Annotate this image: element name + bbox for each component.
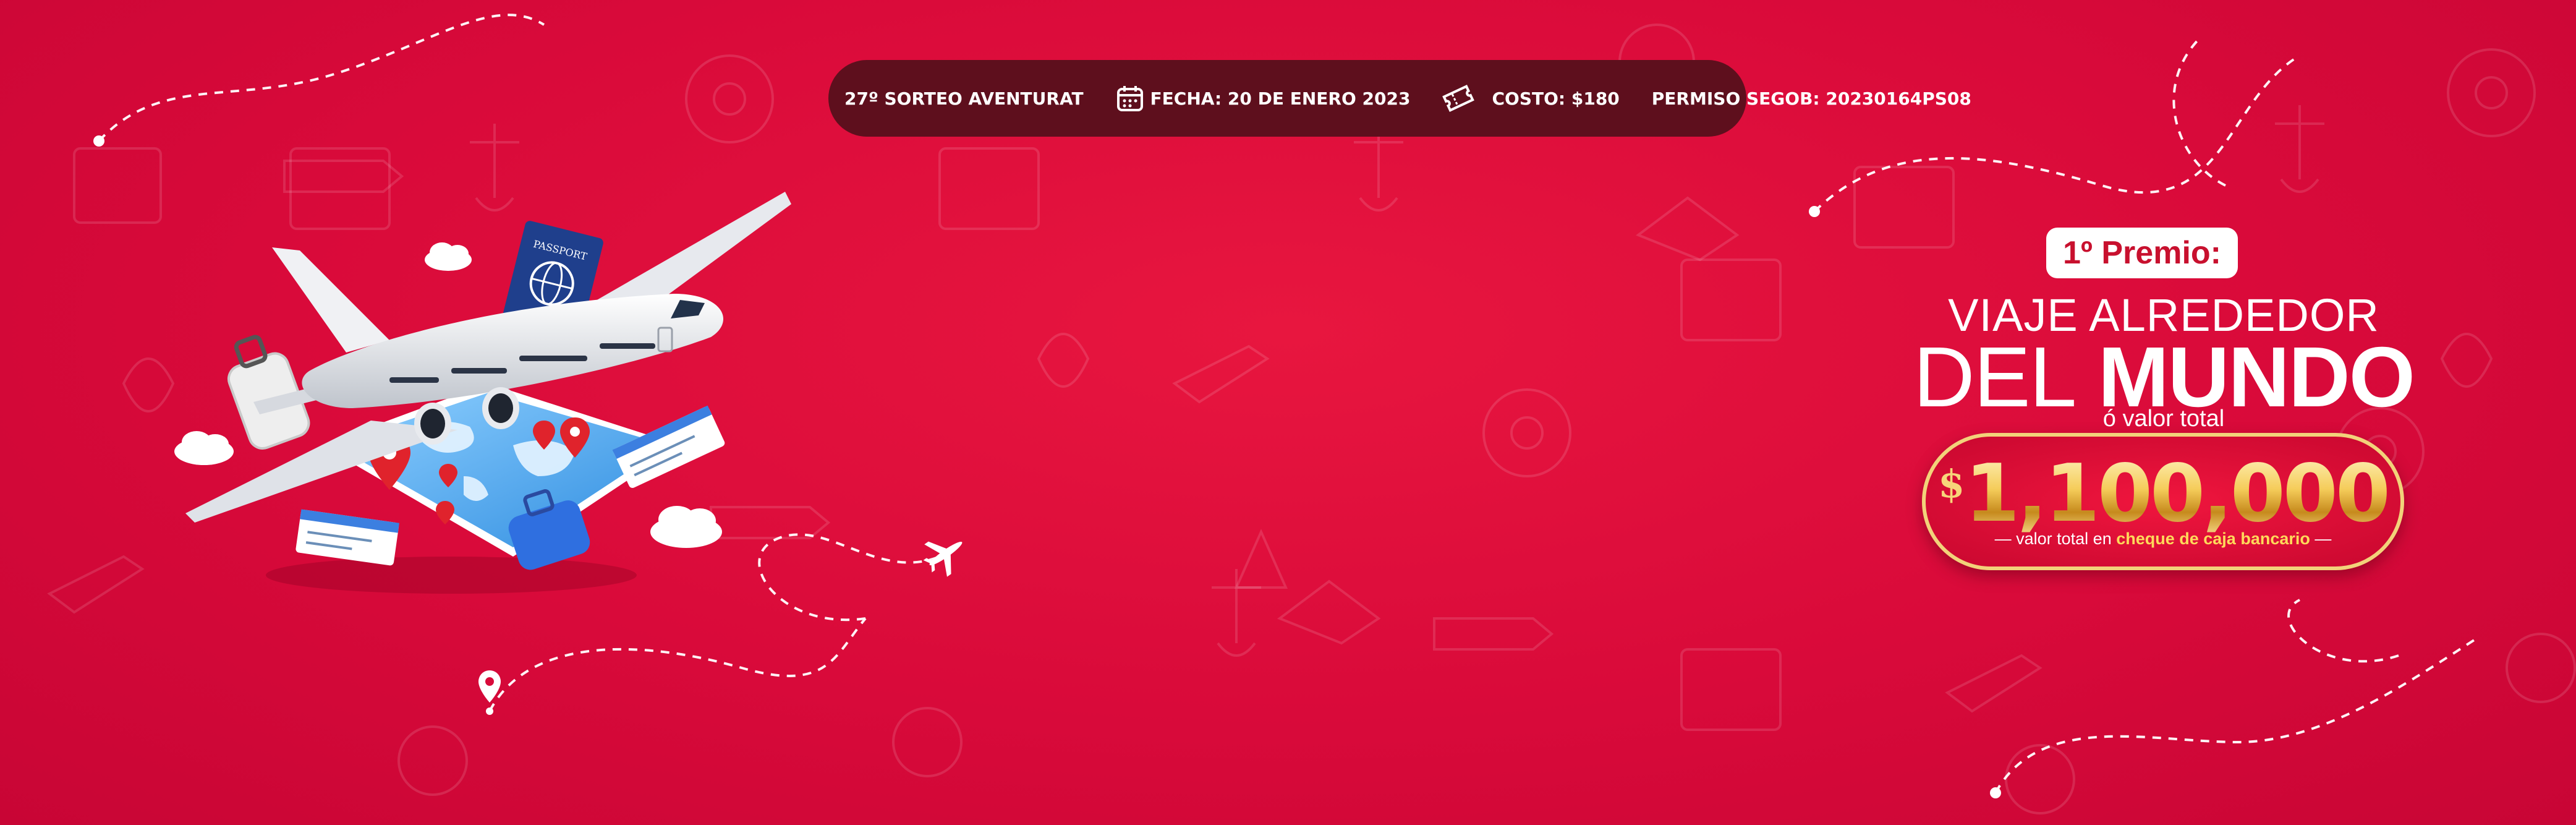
prize-amount: $1,100,000 [1926, 448, 2400, 540]
currency-symbol: $ [1938, 461, 1965, 507]
prize-rank-badge: 1º Premio: [2046, 228, 2238, 278]
travel-illustration: PASSPORT [174, 192, 791, 594]
cost-label: COSTO: $180 [1492, 88, 1620, 109]
shadow [266, 557, 637, 594]
cost-item: COSTO: $180 [1426, 60, 1635, 137]
amount-note-highlight: cheque de caja bancario [2116, 529, 2310, 548]
ticket-icon [1442, 85, 1475, 112]
amount-note-prefix: valor total en [2016, 529, 2112, 548]
map-pin-icon [478, 670, 501, 715]
amount-value: 1,100,000 [1965, 448, 2391, 540]
raffle-info-bar: 27º SORTEO AVENTURAT FECHA: 20 DE ENERO … [828, 60, 1971, 137]
calendar-icon [1116, 86, 1143, 111]
amount-note: — valor total en cheque de caja bancario… [1994, 529, 2332, 548]
first-prize-panel: 1º Premio: VIAJE ALREDEDOR DEL MUNDO ó v… [1892, 223, 2436, 570]
permit-label: PERMISO SEGOB: 20230164PS08 [1651, 88, 1971, 109]
date-item: FECHA: 20 DE ENERO 2023 [1100, 60, 1427, 137]
airplane-icon [923, 541, 963, 577]
date-label: FECHA: 20 DE ENERO 2023 [1150, 88, 1411, 109]
edition-label: 27º SORTEO AVENTURAT [844, 88, 1084, 109]
prize-alt-value-label: ó valor total [2102, 406, 2225, 432]
sweepstakes-banner: 27º SORTEO AVENTURAT FECHA: 20 DE ENERO … [0, 0, 2576, 825]
prize-amount-badge: $1,100,000 — valor total en cheque de ca… [1922, 433, 2404, 570]
